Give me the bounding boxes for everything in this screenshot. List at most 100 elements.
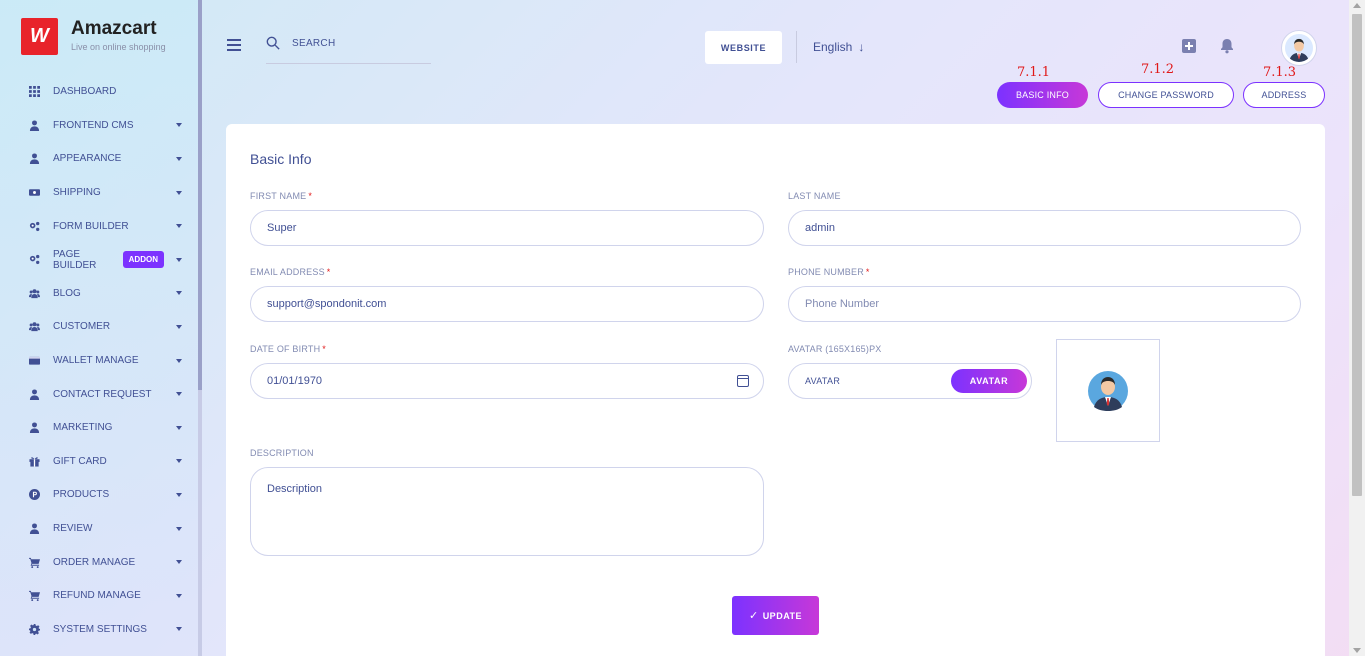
sidebar-item-frontend-cms[interactable]: FRONTEND CMS xyxy=(0,109,198,143)
calendar-icon[interactable] xyxy=(737,375,749,387)
caret-down-icon[interactable] xyxy=(176,392,182,397)
user-icon xyxy=(28,422,40,434)
wallet-icon xyxy=(28,355,40,367)
avatar-browse-button[interactable]: AVATAR xyxy=(951,369,1027,393)
sidebar-scrollbar[interactable] xyxy=(198,0,202,656)
caret-down-icon[interactable] xyxy=(176,224,182,229)
website-button[interactable]: WEBSITE xyxy=(705,31,782,64)
sidebar-item-label: REFUND MANAGE xyxy=(53,590,141,602)
caret-down-icon[interactable] xyxy=(176,526,182,531)
sidebar-item-customer[interactable]: CUSTOMER xyxy=(0,310,198,344)
user-avatar[interactable] xyxy=(1282,31,1316,65)
sidebar-item-label: REVIEW xyxy=(53,523,93,535)
sidebar-item-shipping[interactable]: SHIPPING xyxy=(0,176,198,210)
caret-down-icon[interactable] xyxy=(176,156,182,161)
page-scrollbar-thumb[interactable] xyxy=(1352,14,1362,496)
caret-down-icon[interactable] xyxy=(176,324,182,329)
caret-down-icon[interactable] xyxy=(176,425,182,430)
avatar-placeholder: AVATAR xyxy=(805,376,841,386)
hamburger-menu-icon[interactable] xyxy=(227,39,241,54)
caret-down-icon[interactable] xyxy=(176,123,182,128)
brand-subtitle: Live on online shopping xyxy=(71,42,166,52)
search-input[interactable] xyxy=(292,38,412,49)
avatar-preview xyxy=(1056,339,1160,442)
phone-input[interactable]: Phone Number xyxy=(788,286,1301,322)
search-icon xyxy=(266,36,280,50)
scroll-down-icon[interactable] xyxy=(1353,648,1361,653)
caret-down-icon[interactable] xyxy=(176,291,182,296)
basic-info-card: Basic Info FIRST NAME * Super LAST NAME a… xyxy=(226,124,1325,656)
truck-icon xyxy=(28,187,40,199)
arrow-down-icon: ↓ xyxy=(858,40,865,54)
caret-down-icon[interactable] xyxy=(176,257,182,262)
update-label: UPDATE xyxy=(762,610,803,621)
dob-label: DATE OF BIRTH * xyxy=(250,344,326,354)
tab-annotation-number: 7.1.3 xyxy=(1263,65,1297,80)
description-textarea[interactable]: Description xyxy=(250,467,764,556)
sidebar-item-label: DASHBOARD xyxy=(53,86,117,98)
sidebar-item-label: MARKETING xyxy=(53,422,113,434)
sidebar-item-label: CONTACT REQUEST xyxy=(53,388,152,400)
caret-down-icon[interactable] xyxy=(176,190,182,195)
avatar-preview-icon xyxy=(1088,370,1128,411)
dob-value: 01/01/1970 xyxy=(267,375,323,387)
sidebar-item-order-manage[interactable]: ORDER MANAGE xyxy=(0,545,198,579)
sidebar-item-marketing[interactable]: MARKETING xyxy=(0,411,198,445)
brand-title: Amazcart xyxy=(71,18,157,39)
sidebar-scrollbar-thumb[interactable] xyxy=(198,0,202,390)
sidebar-item-label: BLOG xyxy=(53,287,81,299)
sidebar-item-form-builder[interactable]: FORM BUILDER xyxy=(0,209,198,243)
header-divider xyxy=(796,31,797,63)
sidebar-item-label: GIFT CARD xyxy=(53,455,107,467)
sidebar-item-system-settings[interactable]: SYSTEM SETTINGS xyxy=(0,613,198,647)
grid-icon xyxy=(28,86,40,98)
page-scrollbar[interactable] xyxy=(1349,0,1365,656)
sidebar-item-page-builder[interactable]: PAGE BUILDER ADDON xyxy=(0,243,198,277)
scroll-up-icon[interactable] xyxy=(1353,3,1361,8)
sidebar-item-label: WALLET MANAGE xyxy=(53,355,139,367)
tab-address[interactable]: ADDRESS xyxy=(1243,82,1325,108)
caret-down-icon[interactable] xyxy=(176,560,182,565)
sidebar-item-dashboard[interactable]: DASHBOARD xyxy=(0,75,198,109)
sidebar-item-review[interactable]: REVIEW xyxy=(0,512,198,546)
avatar-label: AVATAR (165X165)PX xyxy=(788,344,882,354)
sidebar-item-gift-card[interactable]: GIFT CARD xyxy=(0,445,198,479)
plus-square-icon[interactable] xyxy=(1182,39,1196,53)
check-icon: ✓ xyxy=(748,610,759,622)
brand-logo[interactable]: W Amazcart Live on online shopping xyxy=(21,18,166,55)
sidebar-item-label: APPEARANCE xyxy=(53,153,122,165)
sidebar: W Amazcart Live on online shopping DASHB… xyxy=(0,0,198,656)
user-icon xyxy=(28,119,40,131)
sidebar-item-appearance[interactable]: APPEARANCE xyxy=(0,142,198,176)
sidebar-item-products[interactable]: PRODUCTS xyxy=(0,478,198,512)
caret-down-icon[interactable] xyxy=(176,627,182,632)
update-button[interactable]: ✓ UPDATE xyxy=(732,596,819,635)
sidebar-item-blog[interactable]: BLOG xyxy=(0,277,198,311)
dob-input[interactable]: 01/01/1970 xyxy=(250,363,764,399)
sidebar-item-wallet-manage[interactable]: WALLET MANAGE xyxy=(0,344,198,378)
avatar-file-input[interactable]: AVATAR AVATAR xyxy=(788,363,1032,399)
caret-down-icon[interactable] xyxy=(176,593,182,598)
caret-down-icon[interactable] xyxy=(176,358,182,363)
gift-icon xyxy=(28,455,40,467)
caret-down-icon[interactable] xyxy=(176,459,182,464)
tab-basic-info[interactable]: BASIC INFO xyxy=(997,82,1088,108)
email-input[interactable]: support@spondonit.com xyxy=(250,286,764,322)
sidebar-item-refund-manage[interactable]: REFUND MANAGE xyxy=(0,579,198,613)
sidebar-item-label: PAGE BUILDER xyxy=(53,248,97,271)
last-name-label: LAST NAME xyxy=(788,191,841,201)
addon-badge: ADDON xyxy=(122,251,164,269)
language-selector[interactable]: English ↓ xyxy=(813,40,864,54)
sidebar-item-contact-request[interactable]: CONTACT REQUEST xyxy=(0,377,198,411)
cart-icon xyxy=(28,590,40,602)
tab-change-password[interactable]: CHANGE PASSWORD xyxy=(1098,82,1234,108)
description-placeholder: Description xyxy=(267,483,323,495)
users-icon xyxy=(28,321,40,333)
users-icon xyxy=(28,287,40,299)
bell-icon[interactable] xyxy=(1219,38,1235,59)
sidebar-item-label: CUSTOMER xyxy=(53,321,111,333)
caret-down-icon[interactable] xyxy=(176,492,182,497)
email-label: EMAIL ADDRESS * xyxy=(250,267,331,277)
last-name-input[interactable]: admin xyxy=(788,210,1301,246)
first-name-input[interactable]: Super xyxy=(250,210,764,246)
